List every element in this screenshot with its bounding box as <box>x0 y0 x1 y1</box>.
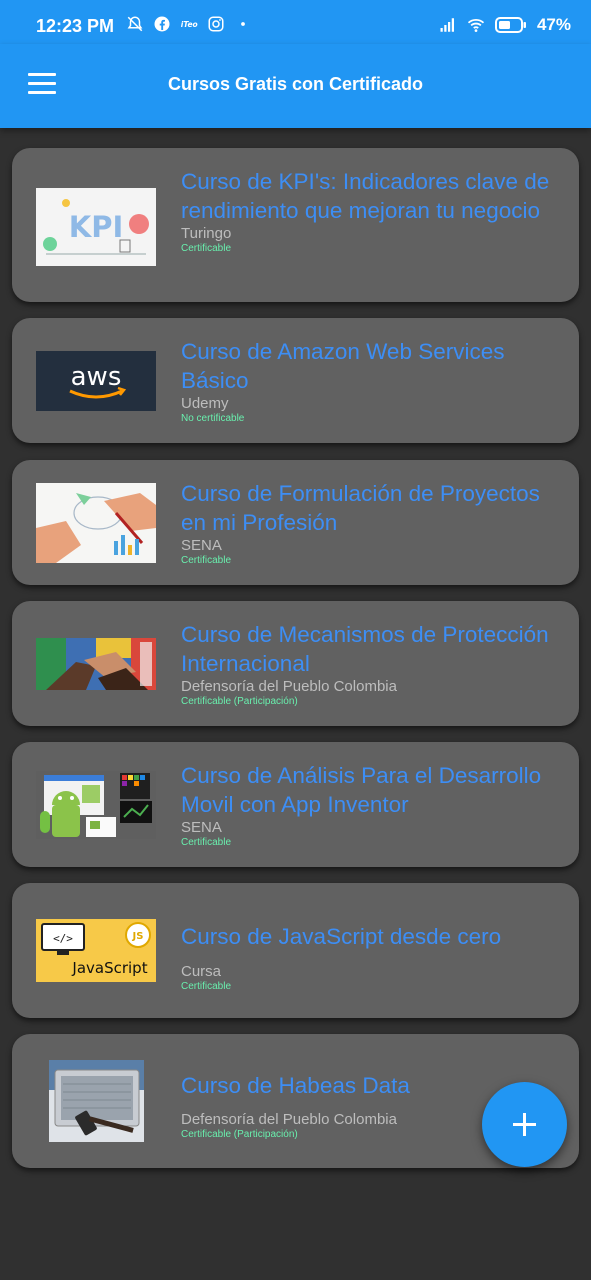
dot-icon <box>241 22 245 26</box>
facebook-icon <box>154 16 170 32</box>
course-provider: Turingo <box>181 225 232 242</box>
course-info: Curso de Mecanismos de Protección Intern… <box>181 621 557 708</box>
thumbnail-text: JavaScript <box>71 959 147 977</box>
course-title[interactable]: Curso de Amazon Web Services Básico <box>181 338 557 395</box>
course-certification: Certificable <box>181 243 232 254</box>
app-bar: Cursos Gratis con Certificado <box>0 44 591 128</box>
thumbnail-text: aws <box>71 362 122 392</box>
course-title[interactable]: Curso de Análisis Para el Desarrollo Mov… <box>181 762 557 819</box>
course-title[interactable]: Curso de KPI's: Indicadores clave de ren… <box>181 168 557 225</box>
status-bar: 12:23 PM iTeo 47% <box>0 0 591 44</box>
status-notification-icons: iTeo <box>126 15 252 33</box>
battery-icon <box>494 17 526 33</box>
app-notification-icon: iTeo <box>181 20 198 29</box>
course-thumbnail: KPI <box>36 188 156 266</box>
course-provider: Cursa <box>181 962 222 980</box>
course-info: Curso de JavaScript desde cero Cursa Cer… <box>181 923 557 993</box>
course-title[interactable]: Curso de Mecanismos de Protección Intern… <box>181 621 557 678</box>
course-title[interactable]: Curso de Formulación de Proyectos en mi … <box>181 480 557 537</box>
course-certification: Certificable <box>181 980 232 992</box>
course-info: Curso de Análisis Para el Desarrollo Mov… <box>181 762 557 849</box>
course-thumbnail <box>36 771 156 839</box>
course-card[interactable]: Curso de Mecanismos de Protección Intern… <box>12 601 579 726</box>
course-certification: Certificable <box>181 555 232 566</box>
course-provider: SENA <box>181 537 222 554</box>
course-info: Curso de Amazon Web Services Básico Udem… <box>181 338 557 425</box>
signal-icon <box>440 18 454 32</box>
course-card[interactable]: aws Curso de Amazon Web Services Básico … <box>12 318 579 443</box>
battery-percentage: 47% <box>536 15 571 34</box>
thumbnail-text: KPI <box>69 210 124 244</box>
course-card[interactable]: </> JS JavaScript Curso de JavaScript de… <box>12 883 579 1018</box>
course-provider: SENA <box>181 819 222 836</box>
course-info: Curso de KPI's: Indicadores clave de ren… <box>181 168 557 255</box>
course-thumbnail <box>36 638 156 690</box>
add-course-button[interactable] <box>482 1082 567 1167</box>
course-thumbnail <box>36 483 156 563</box>
course-card[interactable]: Curso de Análisis Para el Desarrollo Mov… <box>12 742 579 867</box>
course-provider: Defensoría del Pueblo Colombia <box>181 678 397 695</box>
course-thumbnail: aws <box>36 351 156 411</box>
svg-text:iTeo: iTeo <box>181 20 198 29</box>
course-thumbnail: </> JS JavaScript <box>36 919 156 982</box>
svg-text:</>: </> <box>53 932 73 945</box>
course-card[interactable]: KPI Curso de KPI's: Indicadores clave de… <box>12 148 579 302</box>
course-title[interactable]: Curso de JavaScript desde cero <box>181 923 557 952</box>
course-certification: Certificable <box>181 837 232 848</box>
page-title: Cursos Gratis con Certificado <box>167 74 424 94</box>
course-card[interactable]: Curso de Formulación de Proyectos en mi … <box>12 460 579 585</box>
thumbnail-badge: JS <box>132 931 144 942</box>
notifications-off-icon <box>127 16 143 32</box>
course-info: Curso de Formulación de Proyectos en mi … <box>181 480 557 567</box>
course-certification: Certificable (Participación) <box>181 696 298 707</box>
course-provider: Udemy <box>181 395 229 412</box>
course-certification: No certificable <box>181 413 245 424</box>
status-system-icons: 47% <box>439 15 571 35</box>
instagram-icon <box>208 16 224 32</box>
status-time: 12:23 PM <box>36 16 115 36</box>
wifi-icon <box>467 18 485 32</box>
course-thumbnail <box>49 1060 144 1142</box>
